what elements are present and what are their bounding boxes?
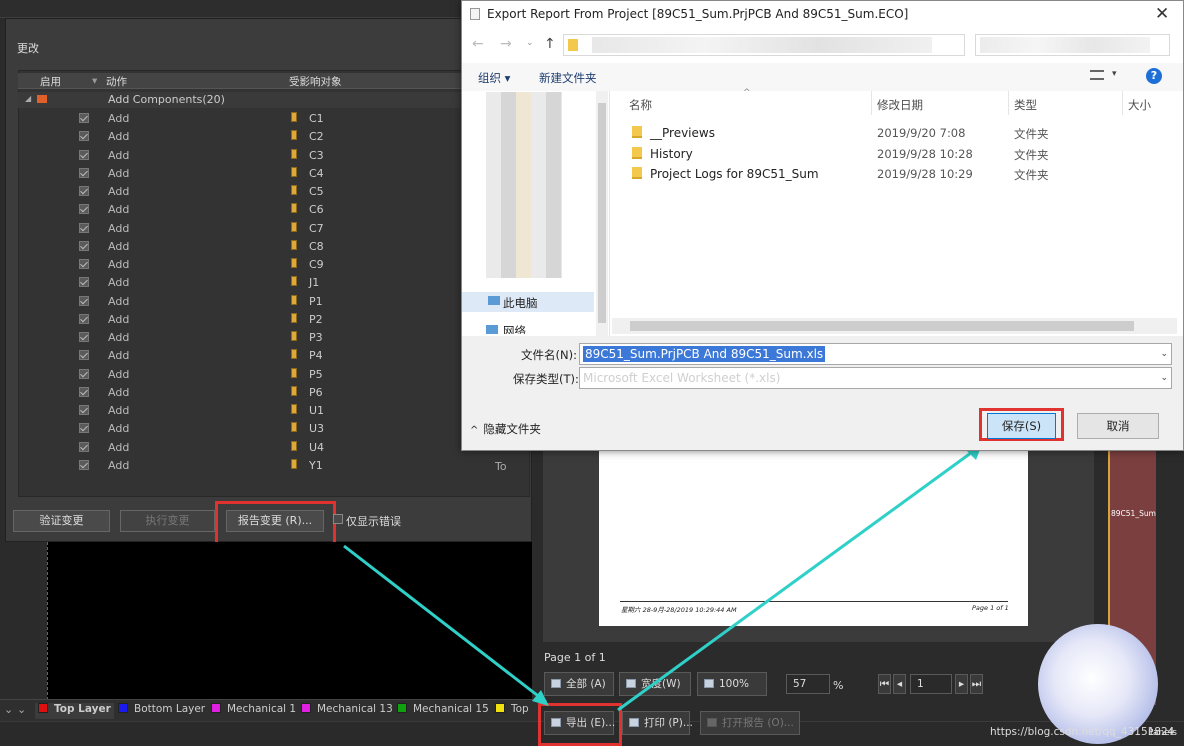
nav-scroll-thumb[interactable] (598, 103, 606, 323)
nav-network-label[interactable]: 网络 (503, 323, 526, 334)
search-box[interactable] (975, 34, 1170, 56)
app-icon (470, 8, 480, 20)
filetype-select[interactable]: Microsoft Excel Worksheet (*.xls) ⌄ (579, 367, 1172, 389)
address-folder-icon (568, 39, 578, 51)
hide-folders-toggle[interactable]: ^ 隐藏文件夹 (470, 421, 541, 437)
folder-icon (632, 167, 642, 179)
folder-icon (632, 147, 642, 159)
address-blurred-path (592, 37, 932, 53)
address-bar[interactable] (563, 34, 965, 56)
new-folder-button[interactable]: 新建文件夹 (539, 70, 597, 86)
save-button[interactable]: 保存(S) (987, 413, 1056, 439)
file-row[interactable]: Project Logs for 89C51_Sum 2019/9/28 10:… (632, 167, 1162, 185)
file-name: Project Logs for 89C51_Sum (650, 167, 819, 181)
network-icon (486, 325, 498, 334)
header-sep-2 (1008, 91, 1009, 115)
sort-up-icon: ^ (743, 88, 751, 98)
col-type[interactable]: 类型 (1014, 97, 1037, 113)
header-sep-1 (871, 91, 872, 115)
filename-input[interactable]: 89C51_Sum.PrjPCB And 89C51_Sum.xls ⌄ (579, 343, 1172, 365)
filetype-label: 保存类型(T): (513, 372, 579, 386)
dialog-title: Export Report From Project [89C51_Sum.Pr… (487, 7, 909, 21)
file-date: 2019/9/28 10:28 (877, 147, 973, 161)
file-date: 2019/9/20 7:08 (877, 126, 966, 140)
file-type: 文件夹 (1014, 168, 1049, 182)
col-name[interactable]: 名称 (629, 97, 652, 113)
file-hscrollbar[interactable] (612, 318, 1177, 334)
view-icon[interactable] (1090, 70, 1104, 80)
nav-scrollbar[interactable] (596, 91, 608, 336)
organize-menu[interactable]: 组织 ▾ (478, 70, 510, 86)
filetype-dropdown-icon[interactable]: ⌄ (1160, 368, 1168, 388)
filename-dropdown-icon[interactable]: ⌄ (1160, 344, 1168, 364)
filename-label: 文件名(N): (521, 348, 577, 362)
file-date: 2019/9/28 10:29 (877, 167, 973, 181)
forward-icon[interactable]: → (500, 36, 512, 52)
file-name: __Previews (650, 126, 715, 140)
file-type: 文件夹 (1014, 148, 1049, 162)
nav-pc-label: 此电脑 (503, 296, 538, 310)
col-size[interactable]: 大小 (1128, 97, 1151, 113)
help-icon[interactable]: ? (1146, 68, 1162, 84)
hscroll-thumb[interactable] (630, 321, 1134, 331)
folder-icon (632, 126, 642, 138)
close-icon[interactable]: ✕ (1155, 4, 1169, 24)
file-name: History (650, 147, 693, 161)
dropdown-icon[interactable]: ⌄ (526, 38, 534, 48)
view-dropdown-icon[interactable]: ▾ (1112, 69, 1117, 79)
chevron-up-icon: ^ (470, 425, 479, 436)
nav-blurred-items (486, 92, 562, 278)
file-row[interactable]: __Previews 2019/9/20 7:08 文件夹 (632, 126, 1162, 144)
up-icon[interactable]: ↑ (544, 36, 556, 52)
header-sep-3 (1122, 91, 1123, 115)
filename-value: 89C51_Sum.PrjPCB And 89C51_Sum.xls (583, 346, 826, 362)
search-blurred (980, 37, 1150, 53)
file-row[interactable]: History 2019/9/28 10:28 文件夹 (632, 147, 1162, 165)
filetype-value: Microsoft Excel Worksheet (*.xls) (583, 371, 781, 385)
pc-icon (488, 296, 500, 305)
col-date[interactable]: 修改日期 (877, 97, 923, 113)
file-type: 文件夹 (1014, 127, 1049, 141)
back-icon[interactable]: ← (472, 36, 484, 52)
cancel-button[interactable]: 取消 (1077, 413, 1159, 439)
